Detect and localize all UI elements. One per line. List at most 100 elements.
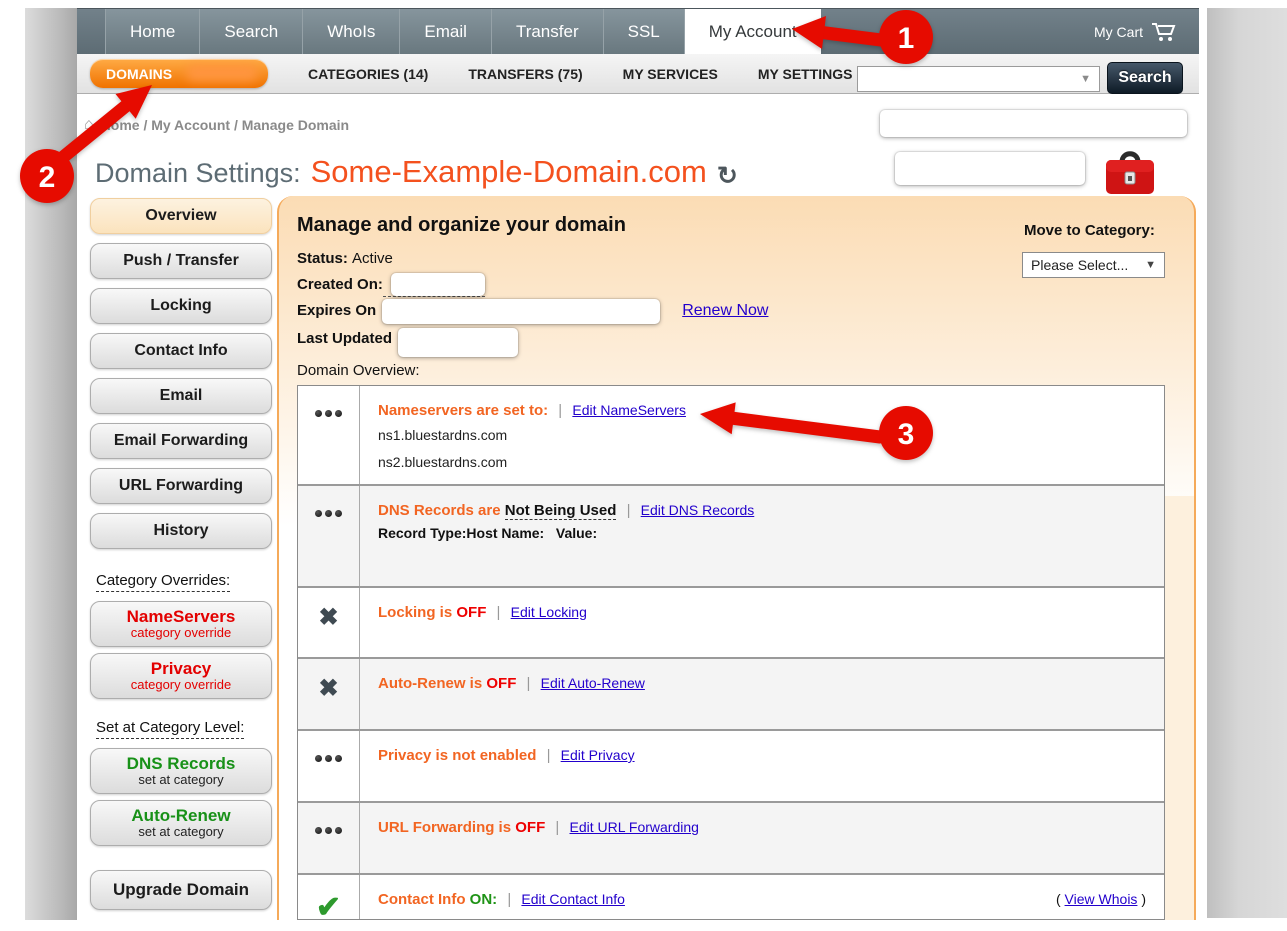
status-value: Active (352, 246, 393, 272)
table-row-url-forwarding: URL Forwarding is OFF | Edit URL Forward… (298, 801, 1164, 873)
table-row-nameservers: Nameservers are set to: | Edit NameServe… (298, 386, 1164, 484)
sidebar-tab-contact-info[interactable]: Contact Info (90, 333, 272, 369)
status-line: Status: Active (297, 246, 768, 272)
nameserver-1: ns1.bluestardns.com (378, 425, 1150, 446)
updated-line: Last Updated (297, 324, 768, 353)
sidebar-tab-overview[interactable]: Overview (90, 198, 272, 234)
subnav-item-domains[interactable]: DOMAINS (90, 59, 268, 88)
main-navbar: Home Search WhoIs Email Transfer SSL My … (77, 8, 1199, 54)
page-title: Domain Settings: Some-Example-Domain.com… (95, 154, 738, 190)
left-gutter (25, 8, 77, 920)
my-cart-label: My Cart (1094, 24, 1143, 40)
domain-name: Some-Example-Domain.com (311, 154, 707, 190)
nav-spacer (77, 9, 105, 54)
redacted-box (391, 273, 485, 296)
edit-dns-records-link[interactable]: Edit DNS Records (641, 502, 755, 518)
move-to-category-label: Move to Category: (1024, 222, 1155, 239)
nav-tab-home[interactable]: Home (105, 9, 199, 54)
edit-auto-renew-link[interactable]: Edit Auto-Renew (541, 675, 645, 691)
select-value: Please Select... (1031, 257, 1128, 273)
override-subtitle: category override (131, 626, 231, 640)
panel-right-strip (1165, 496, 1194, 920)
dots-icon (298, 386, 360, 484)
updated-label: Last Updated (297, 326, 392, 352)
record-headers: Record Type:Host Name: Value: (378, 525, 1150, 541)
sidebar-tab-url-forwarding[interactable]: URL Forwarding (90, 468, 272, 504)
created-label: Created On: (297, 272, 383, 298)
my-cart[interactable]: My Cart (1094, 9, 1199, 54)
table-row-dns-records: DNS Records are Not Being Used | Edit DN… (298, 484, 1164, 586)
edit-contact-info-link[interactable]: Edit Contact Info (521, 891, 625, 907)
search-button[interactable]: Search (1107, 62, 1183, 94)
nav-tab-search[interactable]: Search (199, 9, 302, 54)
upgrade-domain-button[interactable]: Upgrade Domain (90, 870, 272, 910)
sidebar-tab-email[interactable]: Email (90, 378, 272, 414)
sidebar-privacy-override[interactable]: Privacy category override (90, 653, 272, 699)
chevron-down-icon: ▼ (1080, 73, 1091, 85)
row-title: Locking is (378, 604, 452, 621)
breadcrumb[interactable]: ⌂ Home / My Account / Manage Domain (84, 116, 349, 134)
edit-locking-link[interactable]: Edit Locking (511, 604, 587, 620)
redacted-box (880, 110, 1187, 137)
sidebar-tab-history[interactable]: History (90, 513, 272, 549)
nav-tab-ssl[interactable]: SSL (603, 9, 684, 54)
nav-tab-email[interactable]: Email (399, 9, 491, 54)
renew-now-link[interactable]: Renew Now (682, 298, 768, 324)
redaction-blur (186, 65, 258, 81)
check-icon: ✔ (316, 891, 341, 920)
refresh-icon[interactable]: ↻ (717, 161, 738, 191)
dots-icon (298, 803, 360, 873)
x-icon: ✖ (318, 675, 338, 702)
sidebar-nameservers-override[interactable]: NameServers category override (90, 601, 272, 647)
domain-overview-label: Domain Overview: (297, 362, 420, 379)
edit-url-forwarding-link[interactable]: Edit URL Forwarding (570, 819, 699, 835)
sidebar-dns-records-category[interactable]: DNS Records set at category (90, 748, 272, 794)
sidebar-tab-email-forwarding[interactable]: Email Forwarding (90, 423, 272, 459)
sidebar-tab-locking[interactable]: Locking (90, 288, 272, 324)
redacted-box (398, 328, 518, 357)
page: Home Search WhoIs Email Transfer SSL My … (77, 8, 1199, 920)
sidebar: Overview Push / Transfer Locking Contact… (90, 198, 272, 919)
nameserver-2: ns2.bluestardns.com (378, 452, 1150, 473)
row-title: Auto-Renew is (378, 675, 482, 692)
nav-tab-transfer[interactable]: Transfer (491, 9, 603, 54)
subnav-item-my-settings[interactable]: MY SETTINGS (758, 66, 853, 82)
subnav-item-transfers[interactable]: TRANSFERS (75) (468, 66, 582, 82)
dots-icon (298, 486, 360, 586)
nav-tab-my-account[interactable]: My Account (684, 9, 821, 54)
home-icon: ⌂ (84, 116, 94, 134)
toolbox-icon[interactable] (1098, 146, 1162, 198)
right-gutter (1207, 8, 1287, 918)
edit-privacy-link[interactable]: Edit Privacy (561, 747, 635, 763)
nav-tab-whois[interactable]: WhoIs (302, 9, 399, 54)
title-label: Domain Settings: (95, 158, 301, 189)
view-whois-link[interactable]: View Whois (1065, 891, 1138, 907)
table-row-locking: ✖ Locking is OFF | Edit Locking (298, 586, 1164, 657)
move-to-category-select[interactable]: Please Select... ▼ (1022, 252, 1165, 278)
panel-heading: Manage and organize your domain (297, 214, 626, 237)
row-title: DNS Records are (378, 502, 501, 519)
row-title: Contact Info (378, 891, 466, 908)
domains-label: DOMAINS (106, 66, 172, 82)
category-title: DNS Records (127, 755, 236, 773)
table-row-privacy: Privacy is not enabled | Edit Privacy (298, 729, 1164, 801)
table-row-auto-renew: ✖ Auto-Renew is OFF | Edit Auto-Renew (298, 657, 1164, 729)
search-combobox[interactable]: ▼ (857, 66, 1100, 92)
row-title: Privacy is not enabled (378, 747, 536, 764)
created-line: Created On: (297, 272, 768, 298)
category-subtitle: set at category (138, 825, 223, 839)
sidebar-auto-renew-category[interactable]: Auto-Renew set at category (90, 800, 272, 846)
category-subtitle: set at category (138, 773, 223, 787)
row-status: Not Being Used (505, 502, 617, 520)
row-status: OFF (486, 675, 516, 692)
subnav-item-categories[interactable]: CATEGORIES (14) (308, 66, 428, 82)
table-row-contact-info: ✔ ( View Whois ) Contact Info ON: | Edit… (298, 873, 1164, 920)
edit-nameservers-link[interactable]: Edit NameServers (572, 402, 686, 418)
redacted-box (895, 152, 1085, 185)
row-status: OFF (515, 819, 545, 836)
override-title: Privacy (151, 660, 212, 678)
x-icon: ✖ (318, 604, 338, 631)
subnav-item-my-services[interactable]: MY SERVICES (623, 66, 718, 82)
sidebar-tab-push-transfer[interactable]: Push / Transfer (90, 243, 272, 279)
view-whois: ( View Whois ) (1056, 891, 1146, 907)
